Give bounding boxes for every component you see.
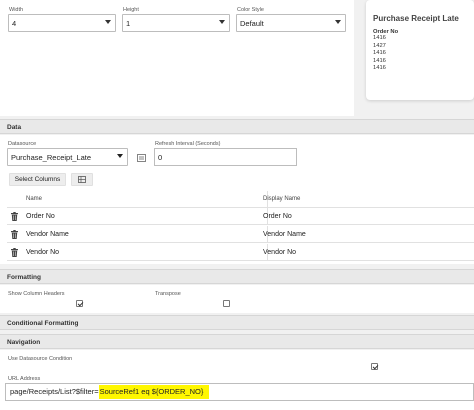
conditional-formatting-section-header[interactable]: Conditional Formatting <box>0 315 474 330</box>
table-row: Vendor No Vendor No <box>7 244 474 261</box>
widget-preview-card: Purchase Receipt Late Order No 1416 1427… <box>366 0 474 100</box>
datasource-label: Datasource <box>8 141 37 147</box>
width-select[interactable]: 4 <box>8 14 116 32</box>
url-prefix: page/Receipts/List?$filter= <box>10 387 99 396</box>
preview-value: 1416 <box>373 65 386 72</box>
data-section: Datasource Purchase_Receipt_Late Refresh… <box>0 135 474 264</box>
use-datasource-condition-checkbox[interactable] <box>371 363 378 370</box>
chevron-down-icon <box>219 20 225 24</box>
row-name: Vendor No <box>26 249 60 256</box>
formatting-section-header[interactable]: Formatting <box>0 269 474 284</box>
table-row: Vendor Name Vendor Name <box>7 226 474 243</box>
navigation-section-header[interactable]: Navigation <box>0 334 474 349</box>
trash-icon[interactable] <box>11 248 18 259</box>
datasource-settings-button[interactable] <box>134 151 148 165</box>
row-name: Vendor Name <box>26 231 69 238</box>
preview-value: 1416 <box>373 35 386 41</box>
row-display-name[interactable]: Order No <box>263 213 292 220</box>
height-value: 1 <box>126 19 131 28</box>
transpose-label: Transpose <box>155 291 181 297</box>
color-style-label: Color Style <box>237 7 264 13</box>
table-icon <box>78 176 86 183</box>
height-label: Height <box>123 7 139 13</box>
display-name-column-header: Display Name <box>263 196 301 202</box>
refresh-interval-input[interactable]: 0 <box>154 148 297 166</box>
color-style-select[interactable]: Default <box>236 14 346 32</box>
column-options-button[interactable] <box>71 173 93 186</box>
navigation-section: Use Datasource Condition URL Address <box>0 350 474 410</box>
url-address-input[interactable]: page/Receipts/List?$filter=SourceRef1 eq… <box>5 383 474 401</box>
width-label: Width <box>9 7 24 13</box>
widget-settings-panel: Width 4 Height 1 Color Style Default <box>0 0 354 116</box>
width-value: 4 <box>12 19 17 28</box>
color-style-value: Default <box>240 19 264 28</box>
formatting-section: Show Column Headers Transpose <box>0 285 474 313</box>
refresh-interval-label: Refresh Interval (Seconds) <box>155 141 221 147</box>
datasource-list-icon <box>136 154 146 162</box>
refresh-interval-value: 0 <box>158 153 163 162</box>
name-column-header: Name <box>26 196 43 202</box>
row-name: Order No <box>26 213 55 220</box>
preview-value: 1427 <box>373 42 386 49</box>
row-display-name[interactable]: Vendor No <box>263 249 296 256</box>
table-row: Order No Order No <box>7 208 474 225</box>
data-section-header[interactable]: Data <box>0 119 474 134</box>
preview-title: Purchase Receipt Late <box>373 14 459 23</box>
chevron-down-icon <box>105 20 111 24</box>
chevron-down-icon <box>117 154 123 158</box>
preview-value: 1416 <box>373 57 386 64</box>
show-column-headers-checkbox[interactable] <box>76 300 83 307</box>
row-display-name[interactable]: Vendor Name <box>263 231 306 238</box>
use-datasource-condition-label: Use Datasource Condition <box>8 356 73 362</box>
datasource-select[interactable]: Purchase_Receipt_Late <box>7 148 128 166</box>
datasource-value: Purchase_Receipt_Late <box>11 153 92 162</box>
show-column-headers-label: Show Column Headers <box>8 291 65 297</box>
preview-value: 1416 <box>373 50 386 57</box>
url-highlighted-text: SourceRef1 eq ${ORDER_NO} <box>98 385 210 399</box>
height-select[interactable]: 1 <box>122 14 230 32</box>
trash-icon[interactable] <box>11 212 18 223</box>
url-address-label: URL Address <box>8 376 41 382</box>
trash-icon[interactable] <box>11 230 18 241</box>
transpose-checkbox[interactable] <box>223 300 230 307</box>
chevron-down-icon <box>335 20 341 24</box>
columns-table-header: Name Display Name <box>7 191 474 208</box>
select-columns-button[interactable]: Select Columns <box>9 173 66 186</box>
